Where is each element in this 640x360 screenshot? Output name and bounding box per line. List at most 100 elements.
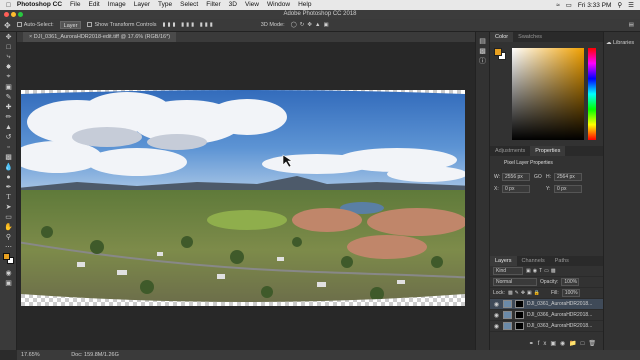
path-select-tool-icon[interactable]: ➤ [0, 202, 17, 212]
minimize-window-button[interactable] [11, 12, 16, 17]
canvas-area[interactable] [17, 42, 475, 350]
menu-list-icon[interactable]: ☰ [628, 1, 634, 9]
close-window-button[interactable] [4, 12, 9, 17]
lock-row: Lock: ▩✎✥▣🔒 Fill: 100% [490, 288, 603, 299]
search-icon[interactable]: ⚲ [617, 1, 622, 9]
layer-row[interactable]: ◉ DJI_0363_AuroraHDR2018... [490, 321, 603, 332]
y-field[interactable]: 0 px [554, 185, 582, 193]
layer-name[interactable]: DJI_0363_AuroraHDR2018... [527, 323, 592, 329]
dodge-tool-icon[interactable]: ● [0, 172, 17, 182]
info-panel-icon[interactable]: ⓘ [476, 56, 489, 66]
tab-layers[interactable]: Layers [490, 256, 517, 266]
layer-row[interactable]: ◉ DJI_0361_AuroraHDR2018... [490, 299, 603, 310]
document-tab[interactable]: × DJI_0361_AuroraHDR2018-edit.tiff @ 17.… [23, 32, 177, 42]
healing-tool-icon[interactable]: ✚ [0, 102, 17, 112]
foreground-color-swatch[interactable] [3, 253, 10, 260]
gradient-tool-icon[interactable]: ▩ [0, 152, 17, 162]
zoom-level[interactable]: 17.65% [21, 352, 40, 358]
auto-select-checkbox[interactable]: Auto-Select: [16, 22, 54, 28]
lasso-tool-icon[interactable]: ⤷ [0, 52, 17, 62]
close-tab-icon[interactable]: × [29, 34, 32, 40]
move-tool-icon[interactable]: ✥ [0, 32, 17, 42]
menu-photoshop[interactable]: Photoshop CC [17, 0, 62, 10]
height-field[interactable]: 2564 px [554, 173, 582, 181]
stamp-tool-icon[interactable]: ▲ [0, 122, 17, 132]
crop-tool-icon[interactable]: ⌖ [0, 72, 17, 82]
tab-adjustments[interactable]: Adjustments [490, 146, 530, 156]
blur-tool-icon[interactable]: 💧 [0, 162, 17, 172]
x-field[interactable]: 0 px [502, 185, 530, 193]
screen-mode-icon[interactable]: ▣ [0, 278, 17, 288]
fill-field[interactable]: 100% [561, 289, 580, 297]
type-tool-icon[interactable]: T [0, 192, 17, 202]
lock-icons[interactable]: ▩✎✥▣🔒 [508, 290, 542, 296]
layer-kind-filter[interactable]: Kind [493, 267, 523, 275]
layer-mask-thumbnail[interactable] [515, 300, 524, 308]
move-tool-icon[interactable]: ✥ [4, 21, 11, 30]
color-swatches[interactable] [0, 252, 16, 268]
layer-name[interactable]: DJI_0366_AuroraHDR2018... [527, 312, 592, 318]
zoom-tool-icon[interactable]: ⚲ [0, 232, 17, 242]
color-picker-field[interactable] [512, 48, 584, 140]
menu-type[interactable]: Type [158, 0, 172, 10]
wifi-icon[interactable]: ≈ [556, 2, 560, 9]
filter-icons[interactable]: ▣◉T▭▩ [526, 268, 558, 274]
frame-tool-icon[interactable]: ▣ [0, 82, 17, 92]
align-icons[interactable]: ▮▮▮ ▮▮▮ ▮▮▮ [163, 22, 215, 28]
menu-layer[interactable]: Layer [134, 0, 150, 10]
quick-select-tool-icon[interactable]: ✸ [0, 62, 17, 72]
width-field[interactable]: 2556 px [502, 173, 530, 181]
fg-color-chip[interactable] [494, 48, 502, 56]
menu-window[interactable]: Window [267, 0, 290, 10]
layer-mask-thumbnail[interactable] [515, 322, 524, 330]
doc-size[interactable]: Doc: 159.8M/1.26G [71, 352, 119, 358]
history-panel-icon[interactable]: ▤ [476, 36, 489, 46]
clock[interactable]: Fri 3:33 PM [578, 2, 612, 9]
document-canvas[interactable] [17, 42, 475, 350]
eyedropper-tool-icon[interactable]: ✎ [0, 92, 17, 102]
eraser-tool-icon[interactable]: ▫ [0, 142, 17, 152]
panorama-image [21, 90, 465, 302]
tab-channels[interactable]: Channels [517, 256, 550, 266]
brush-tool-icon[interactable]: ✏ [0, 112, 17, 122]
menu-edit[interactable]: Edit [89, 0, 100, 10]
menu-select[interactable]: Select [180, 0, 198, 10]
tab-swatches[interactable]: Swatches [513, 32, 547, 42]
zoom-window-button[interactable] [18, 12, 23, 17]
menu-filter[interactable]: Filter [206, 0, 220, 10]
history-brush-tool-icon[interactable]: ↺ [0, 132, 17, 142]
layer-mask-thumbnail[interactable] [515, 311, 524, 319]
menu-image[interactable]: Image [108, 0, 126, 10]
quick-mask-icon[interactable]: ◉ [0, 268, 17, 278]
workspace-icon[interactable]: ▤ [629, 22, 634, 28]
hue-slider[interactable] [588, 48, 596, 140]
visibility-eye-icon[interactable]: ◉ [493, 323, 500, 330]
layer-name[interactable]: DJI_0361_AuroraHDR2018... [527, 301, 592, 307]
tab-color[interactable]: Color [490, 32, 514, 42]
layer-row[interactable]: ◉ DJI_0366_AuroraHDR2018... [490, 310, 603, 321]
layer-footer-icons[interactable]: ⚭fx▣◉📁□🗑 [529, 341, 600, 347]
apple-icon[interactable]:  [6, 2, 11, 9]
menu-file[interactable]: File [70, 0, 80, 10]
properties-panel-icon[interactable]: ▩ [476, 46, 489, 56]
menu-3d[interactable]: 3D [229, 0, 237, 10]
go-label[interactable]: GO [534, 174, 542, 180]
transform-controls-checkbox[interactable]: Show Transform Controls [87, 22, 157, 28]
pen-tool-icon[interactable]: ✒ [0, 182, 17, 192]
menu-view[interactable]: View [245, 0, 259, 10]
opacity-field[interactable]: 100% [561, 278, 580, 286]
hand-tool-icon[interactable]: ✋ [0, 222, 17, 232]
visibility-eye-icon[interactable]: ◉ [493, 301, 500, 308]
tab-properties[interactable]: Properties [530, 146, 566, 156]
blend-mode-dropdown[interactable]: Normal [493, 278, 537, 286]
3d-tool-icons[interactable]: ◯↻✥▲▣ [291, 22, 332, 28]
tab-paths[interactable]: Paths [550, 256, 574, 266]
battery-icon[interactable]: ▭ [566, 1, 572, 9]
rectangle-tool-icon[interactable]: ▭ [0, 212, 17, 222]
more-tools-icon[interactable]: ⋯ [0, 242, 17, 252]
marquee-tool-icon[interactable]: □ [0, 42, 17, 52]
libraries-tab[interactable]: ☁ Libraries [604, 32, 640, 54]
auto-select-target-dropdown[interactable]: Layer [59, 21, 82, 29]
visibility-eye-icon[interactable]: ◉ [493, 312, 500, 319]
menu-help[interactable]: Help [298, 0, 311, 10]
